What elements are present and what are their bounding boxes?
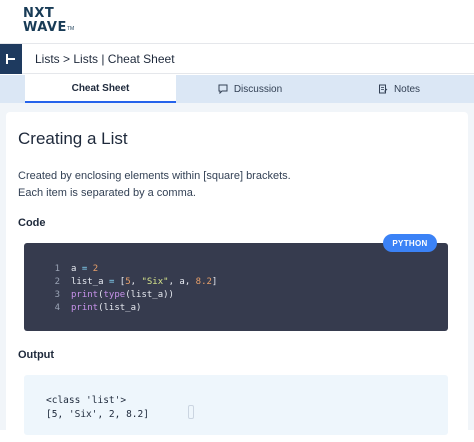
code-text: list_a = [5, "Six", a, 8.2] [71,277,218,287]
line-number: 3 [54,290,60,300]
chat-icon [218,84,228,94]
description-line-1: Created by enclosing elements within [sq… [18,170,291,182]
text-cursor-box [188,405,194,419]
code-line: 3 print(type(list_a)) [24,289,448,302]
logo-trademark: TM [67,26,75,32]
line-number: 2 [54,277,60,287]
output-line: <class 'list'> [46,395,127,406]
tab-label: Discussion [233,83,283,95]
code-text: a = 2 [71,264,99,274]
sidebar-toggle-button[interactable] [0,44,22,74]
top-bar: NXT WAVE TM [0,0,474,44]
line-number: 1 [54,264,60,274]
language-badge[interactable]: PYTHON [383,234,437,252]
tab-bar: Cheat Sheet Discussion Notes [0,75,474,103]
code-line: 4 print(list_a) [24,302,448,315]
sidebar-toggle-icon [6,54,15,64]
line-number: 4 [54,303,60,313]
description-line-2: Each item is separated by a comma. [18,187,196,199]
code-text: print(list_a) [71,303,142,313]
nxtwave-logo[interactable]: NXT WAVE TM [23,7,83,37]
tab-label: Notes [393,83,421,95]
description: Created by enclosing elements within [sq… [18,168,291,202]
notes-icon [378,84,388,94]
tab-discussion[interactable]: Discussion [176,75,324,103]
content-area: Creating a List Created by enclosing ele… [0,103,474,442]
cheat-sheet-card: Creating a List Created by enclosing ele… [6,112,468,442]
code-section-label: Code [18,217,46,229]
code-block[interactable]: 1 a = 2 2 list_a = [5, "Six", a, 8.2] 3 pri… [24,243,448,331]
code-text: print(type(list_a)) [71,290,174,300]
tab-label: Cheat Sheet [71,82,130,94]
output-section-label: Output [18,349,55,361]
breadcrumb[interactable]: Lists > Lists | Cheat Sheet [35,44,175,74]
breadcrumb-bar: Lists > Lists | Cheat Sheet [0,44,474,74]
code-line: 1 a = 2 [24,263,448,276]
output-block: <class 'list'> [5, 'Six', 2, 8.2] [24,375,448,435]
code-line: 2 list_a = [5, "Six", a, 8.2] [24,276,448,289]
page-title: Creating a List [18,129,128,148]
logo-line-1: NXT [23,6,55,21]
tab-cheat-sheet[interactable]: Cheat Sheet [25,75,176,103]
logo-line-2: WAVE [23,20,67,35]
tab-notes[interactable]: Notes [324,75,474,103]
output-line: [5, 'Six', 2, 8.2] [46,409,149,420]
